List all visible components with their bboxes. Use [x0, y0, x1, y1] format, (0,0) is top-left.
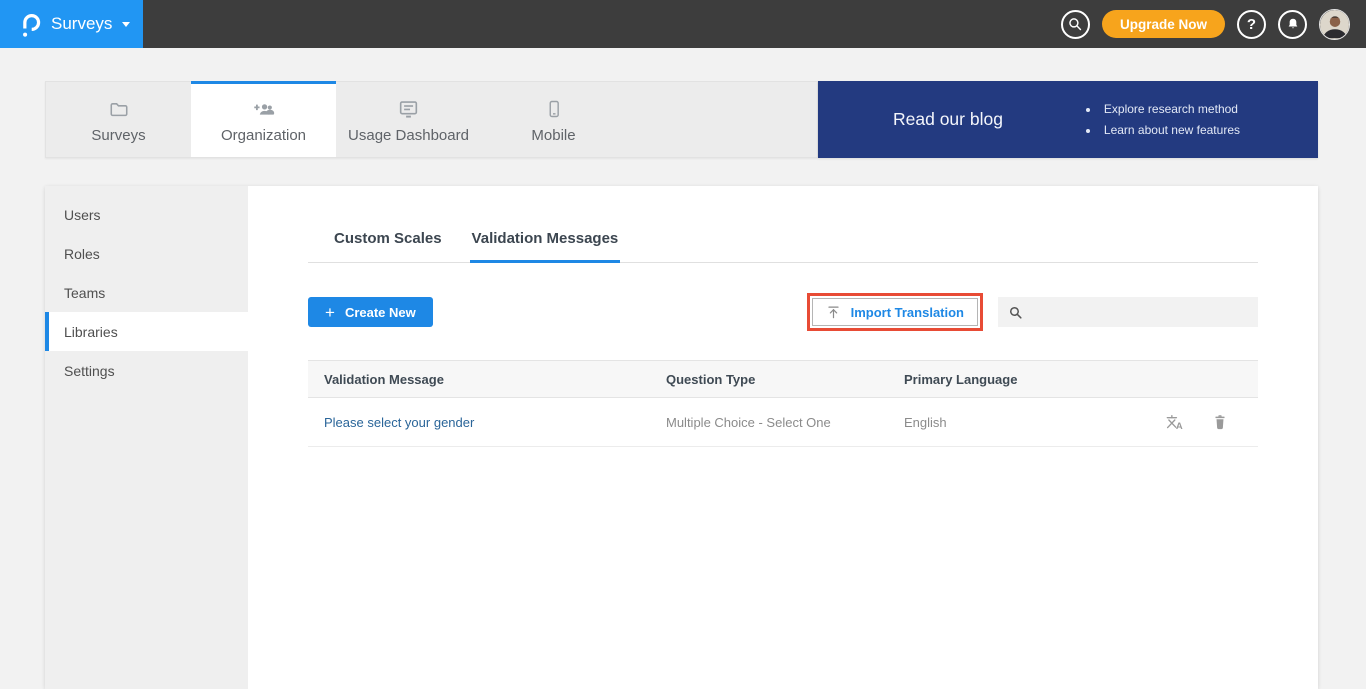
- upgrade-now-button[interactable]: Upgrade Now: [1102, 10, 1225, 38]
- header-primary-language: Primary Language: [888, 372, 1118, 387]
- table-search[interactable]: [998, 297, 1258, 327]
- question-type-cell: Multiple Choice - Select One: [650, 415, 888, 430]
- sidebar-item-label: Teams: [64, 285, 105, 301]
- sidebar-item-roles[interactable]: Roles: [45, 234, 248, 273]
- blog-bullet: Learn about new features: [1100, 120, 1240, 141]
- chevron-down-icon: [122, 22, 130, 31]
- sidebar-item-libraries[interactable]: Libraries: [45, 312, 248, 351]
- sidebar-item-settings[interactable]: Settings: [45, 351, 248, 390]
- dashboard-icon: [397, 98, 420, 120]
- translate-icon: A: [1165, 413, 1185, 431]
- sidebar-item-users[interactable]: Users: [45, 195, 248, 234]
- workspace-nav: Surveys Organization: [45, 81, 818, 158]
- toolbar: + Create New Import Translation: [308, 293, 1258, 331]
- notifications-button[interactable]: [1278, 10, 1307, 39]
- libraries-tabs: Custom Scales Validation Messages: [308, 230, 1258, 263]
- sidebar-item-label: Libraries: [64, 324, 118, 340]
- nav-tab-mobile[interactable]: Mobile: [481, 81, 626, 157]
- nav-tab-label: Usage Dashboard: [348, 127, 469, 144]
- row-actions: A: [1165, 413, 1258, 431]
- nav-tab-organization[interactable]: Organization: [191, 81, 336, 157]
- product-switcher[interactable]: Surveys: [0, 0, 143, 48]
- questionpro-logo-icon: [20, 11, 41, 38]
- help-button[interactable]: ?: [1237, 10, 1266, 39]
- bell-icon: [1285, 16, 1301, 32]
- workspace-nav-row: Surveys Organization: [45, 81, 1318, 158]
- search-icon: [1008, 305, 1023, 320]
- tab-custom-scales[interactable]: Custom Scales: [332, 230, 444, 263]
- nav-tab-label: Mobile: [531, 127, 575, 144]
- create-new-label: Create New: [345, 305, 416, 320]
- mobile-icon: [544, 98, 564, 120]
- primary-language-cell: English: [888, 415, 1118, 430]
- tab-validation-messages[interactable]: Validation Messages: [470, 230, 621, 263]
- folder-icon: [108, 98, 130, 120]
- sidebar-item-label: Roles: [64, 246, 100, 262]
- import-translation-label: Import Translation: [851, 305, 964, 320]
- header-validation-message: Validation Message: [308, 372, 650, 387]
- libraries-content: Custom Scales Validation Messages + Crea…: [248, 186, 1318, 689]
- toolbar-right: Import Translation: [807, 293, 1258, 331]
- organization-sidebar: Users Roles Teams Libraries Settings: [45, 186, 248, 689]
- nav-tab-label: Surveys: [91, 127, 145, 144]
- nav-tab-label: Organization: [221, 127, 306, 144]
- sidebar-item-label: Settings: [64, 363, 115, 379]
- sidebar-item-label: Users: [64, 207, 101, 223]
- svg-text:A: A: [1176, 421, 1183, 431]
- trash-icon: [1212, 413, 1228, 431]
- search-icon: [1067, 16, 1083, 32]
- blog-banner-title: Read our blog: [893, 109, 1003, 130]
- group-add-icon: [251, 98, 277, 120]
- blog-banner[interactable]: Read our blog Explore research method Le…: [818, 81, 1318, 158]
- plus-icon: +: [325, 304, 335, 321]
- product-name: Surveys: [51, 14, 112, 34]
- search-input[interactable]: [1031, 305, 1248, 320]
- avatar[interactable]: [1319, 9, 1350, 40]
- upload-icon: [826, 304, 841, 320]
- nav-tab-usage-dashboard[interactable]: Usage Dashboard: [336, 81, 481, 157]
- global-search-button[interactable]: [1061, 10, 1090, 39]
- translate-button[interactable]: A: [1165, 413, 1185, 431]
- header-question-type: Question Type: [650, 372, 888, 387]
- sidebar-item-teams[interactable]: Teams: [45, 273, 248, 312]
- organization-panel: Users Roles Teams Libraries Settings Cus…: [45, 186, 1318, 689]
- blog-banner-bullets: Explore research method Learn about new …: [1084, 99, 1240, 141]
- delete-button[interactable]: [1212, 413, 1228, 431]
- nav-tab-surveys[interactable]: Surveys: [46, 81, 191, 157]
- create-new-button[interactable]: + Create New: [308, 297, 433, 327]
- import-translation-button[interactable]: Import Translation: [812, 298, 978, 326]
- blog-bullet: Explore research method: [1100, 99, 1240, 120]
- validation-messages-table: Validation Message Question Type Primary…: [308, 360, 1258, 447]
- annotation-highlight: Import Translation: [807, 293, 983, 331]
- question-mark-icon: ?: [1247, 16, 1256, 33]
- topbar-actions: Upgrade Now ?: [1061, 9, 1366, 40]
- validation-message-link[interactable]: Please select your gender: [324, 415, 474, 430]
- table-header-row: Validation Message Question Type Primary…: [308, 360, 1258, 398]
- table-row: Please select your gender Multiple Choic…: [308, 398, 1258, 447]
- topbar: Surveys Upgrade Now ?: [0, 0, 1366, 48]
